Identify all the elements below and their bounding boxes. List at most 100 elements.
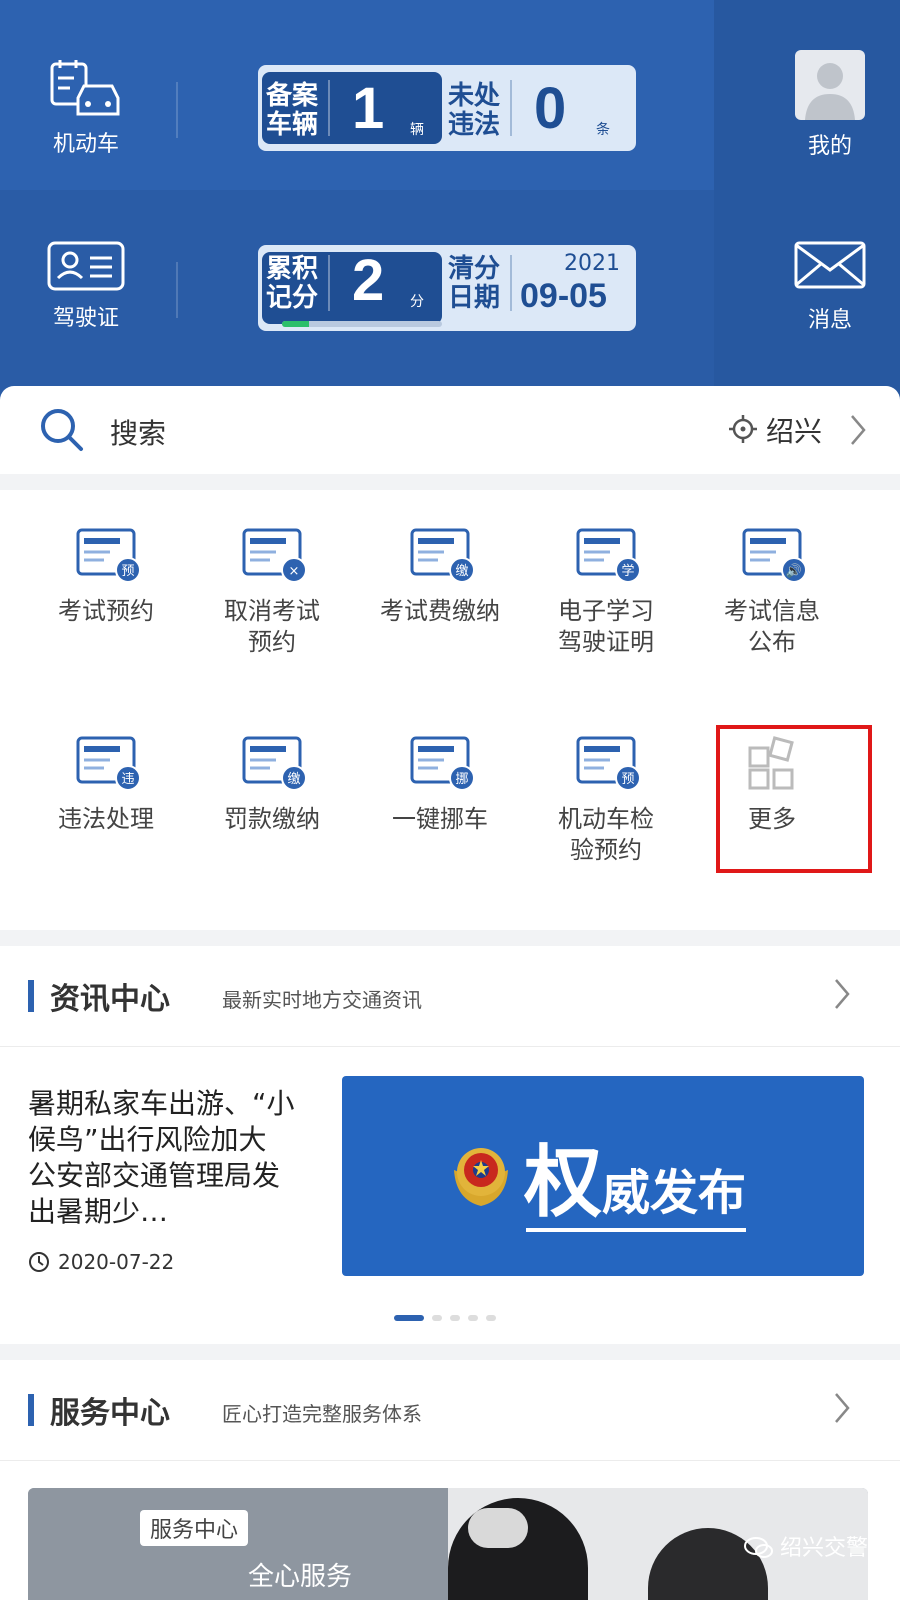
service-label: 电子学习 bbox=[558, 597, 654, 625]
points-value: 2 bbox=[352, 248, 385, 313]
mine-label: 我的 bbox=[807, 134, 852, 159]
envelope-icon bbox=[794, 241, 866, 289]
license-label: 驾驶证 bbox=[52, 306, 119, 331]
pager-dot[interactable] bbox=[450, 1315, 460, 1321]
exam-booking-icon: 预 bbox=[76, 528, 141, 583]
points-panel[interactable]: 累积 记分 2 分 清分 日期 2021 09-05 bbox=[258, 245, 636, 331]
service-inspection-booking[interactable]: 预机动车检验预约 bbox=[526, 728, 686, 866]
service-label: 验预约 bbox=[570, 836, 642, 864]
service-label: 考试预约 bbox=[58, 597, 154, 625]
service-label: 驾驶证明 bbox=[558, 628, 654, 656]
svg-text:挪: 挪 bbox=[455, 772, 468, 787]
clear-date-label: 清分 日期 bbox=[448, 254, 501, 313]
banner-headline: 权威发布 bbox=[524, 1120, 746, 1232]
pager-dot[interactable] bbox=[432, 1315, 442, 1321]
registered-count: 1 bbox=[352, 76, 385, 141]
move-car-icon: 挪 bbox=[410, 736, 475, 791]
search-icon bbox=[41, 409, 83, 451]
pager-dot[interactable] bbox=[486, 1315, 496, 1321]
violations-count: 0 bbox=[534, 76, 567, 141]
news-title: 资讯中心 bbox=[50, 982, 170, 1017]
news-article-title[interactable]: 暑期私家车出游、“小候鸟”出行风险加大 公安部交通管理局发出暑期少… bbox=[28, 1086, 298, 1230]
service-violation[interactable]: 违违法处理 bbox=[26, 728, 186, 835]
service-exam-fee[interactable]: 缴考试费缴纳 bbox=[360, 520, 520, 627]
license-nav[interactable]: 驾驶证 bbox=[16, 240, 156, 332]
clear-date: 09-05 bbox=[520, 277, 607, 315]
service-exam-info[interactable]: 🔊 考试信息 公布 bbox=[692, 520, 852, 658]
study-certificate-icon: 学 bbox=[576, 528, 641, 583]
cancel-exam-icon: × bbox=[242, 528, 307, 583]
service-label: 考试费缴纳 bbox=[380, 597, 500, 625]
photo-headset bbox=[468, 1508, 528, 1548]
service-cancel-exam[interactable]: × 取消考试预约 bbox=[192, 520, 352, 658]
divider bbox=[176, 82, 178, 138]
carousel-pager[interactable] bbox=[394, 1306, 504, 1325]
clock-icon bbox=[29, 1252, 49, 1272]
svg-text:缴: 缴 bbox=[455, 564, 468, 579]
news-date-text: 2020-07-22 bbox=[58, 1250, 175, 1274]
service-center-subtitle: 匠心打造完整服务体系 bbox=[222, 1402, 422, 1426]
points-unit: 分 bbox=[410, 294, 424, 310]
header: 机动车 驾驶证 备案 车辆 1 辆 未处 违法 0 条 累积 记分 2 分 清分… bbox=[0, 0, 900, 400]
points-label: 累积 记分 bbox=[266, 254, 319, 313]
user-silhouette-icon bbox=[805, 63, 855, 120]
city-selector[interactable]: 绍兴 bbox=[766, 410, 822, 450]
vehicle-nav[interactable]: 机动车 bbox=[16, 58, 156, 158]
wechat-icon bbox=[744, 1537, 773, 1558]
violations-label: 未处 违法 bbox=[448, 81, 501, 140]
chevron-right-icon bbox=[835, 979, 850, 1009]
violations-unit: 条 bbox=[596, 122, 610, 138]
news-banner[interactable]: 权威发布 bbox=[342, 1076, 864, 1276]
service-label: 一键挪车 bbox=[392, 805, 488, 833]
banner-headline-big: 权 bbox=[524, 1137, 603, 1228]
chevron-right-icon bbox=[851, 415, 866, 445]
news-article-date: 2020-07-22 bbox=[28, 1250, 174, 1274]
service-exam-booking[interactable]: 预考试预约 bbox=[26, 520, 186, 627]
service-label: 取消考试 bbox=[224, 597, 320, 625]
service-label: 考试信息 bbox=[724, 597, 820, 625]
svg-text:缴: 缴 bbox=[287, 772, 300, 787]
service-center-header[interactable]: 服务中心 匠心打造完整服务体系 bbox=[0, 1360, 900, 1461]
clear-year: 2021 bbox=[564, 251, 620, 276]
search-input[interactable]: 搜索 bbox=[110, 412, 166, 452]
photo-tag: 服务中心 bbox=[140, 1510, 249, 1546]
location-target-icon bbox=[729, 415, 757, 443]
police-emblem-icon bbox=[454, 1148, 508, 1206]
fine-payment-icon: 缴 bbox=[242, 736, 307, 791]
svg-text:×: × bbox=[289, 564, 300, 579]
divider bbox=[176, 262, 178, 318]
watermark-text: 绍兴交警 bbox=[780, 1536, 869, 1561]
service-fine-payment[interactable]: 缴罚款缴纳 bbox=[192, 728, 352, 835]
service-move-car[interactable]: 挪一键挪车 bbox=[360, 728, 520, 835]
inspection-booking-icon: 预 bbox=[576, 736, 641, 791]
news-header[interactable]: 资讯中心 最新实时地方交通资讯 bbox=[0, 946, 900, 1047]
pager-dot[interactable] bbox=[394, 1315, 424, 1321]
points-progress-track bbox=[282, 321, 442, 327]
service-center-title: 服务中心 bbox=[50, 1396, 170, 1431]
vehicle-label: 机动车 bbox=[52, 132, 119, 157]
divider bbox=[328, 80, 330, 136]
service-label: 机动车检 bbox=[558, 805, 654, 833]
section-accent-bar bbox=[28, 980, 34, 1012]
vehicle-stats-panel[interactable]: 备案 车辆 1 辆 未处 违法 0 条 bbox=[258, 65, 636, 151]
service-label: 预约 bbox=[248, 628, 296, 656]
news-subtitle: 最新实时地方交通资讯 bbox=[222, 988, 422, 1012]
pager-dot[interactable] bbox=[468, 1315, 478, 1321]
service-center-photo[interactable]: 服务中心 全心服务 bbox=[28, 1488, 868, 1600]
svg-text:🔊: 🔊 bbox=[786, 562, 802, 579]
banner-underline bbox=[526, 1228, 746, 1232]
svg-text:预: 预 bbox=[621, 772, 634, 787]
mine-nav[interactable]: 我的 bbox=[760, 50, 900, 160]
messages-label: 消息 bbox=[807, 308, 852, 333]
divider bbox=[328, 255, 330, 311]
chevron-right-icon bbox=[835, 1393, 850, 1423]
more-highlight-box bbox=[716, 725, 872, 873]
messages-nav[interactable]: 消息 bbox=[760, 240, 900, 334]
points-progress-fill bbox=[282, 321, 310, 327]
section-accent-bar bbox=[28, 1394, 34, 1426]
search-bar[interactable]: 搜索 绍兴 bbox=[0, 386, 900, 474]
svg-text:违: 违 bbox=[121, 772, 134, 787]
service-label: 违法处理 bbox=[58, 805, 154, 833]
divider bbox=[510, 255, 512, 311]
service-study-certificate[interactable]: 学电子学习 驾驶证明 bbox=[526, 520, 686, 658]
